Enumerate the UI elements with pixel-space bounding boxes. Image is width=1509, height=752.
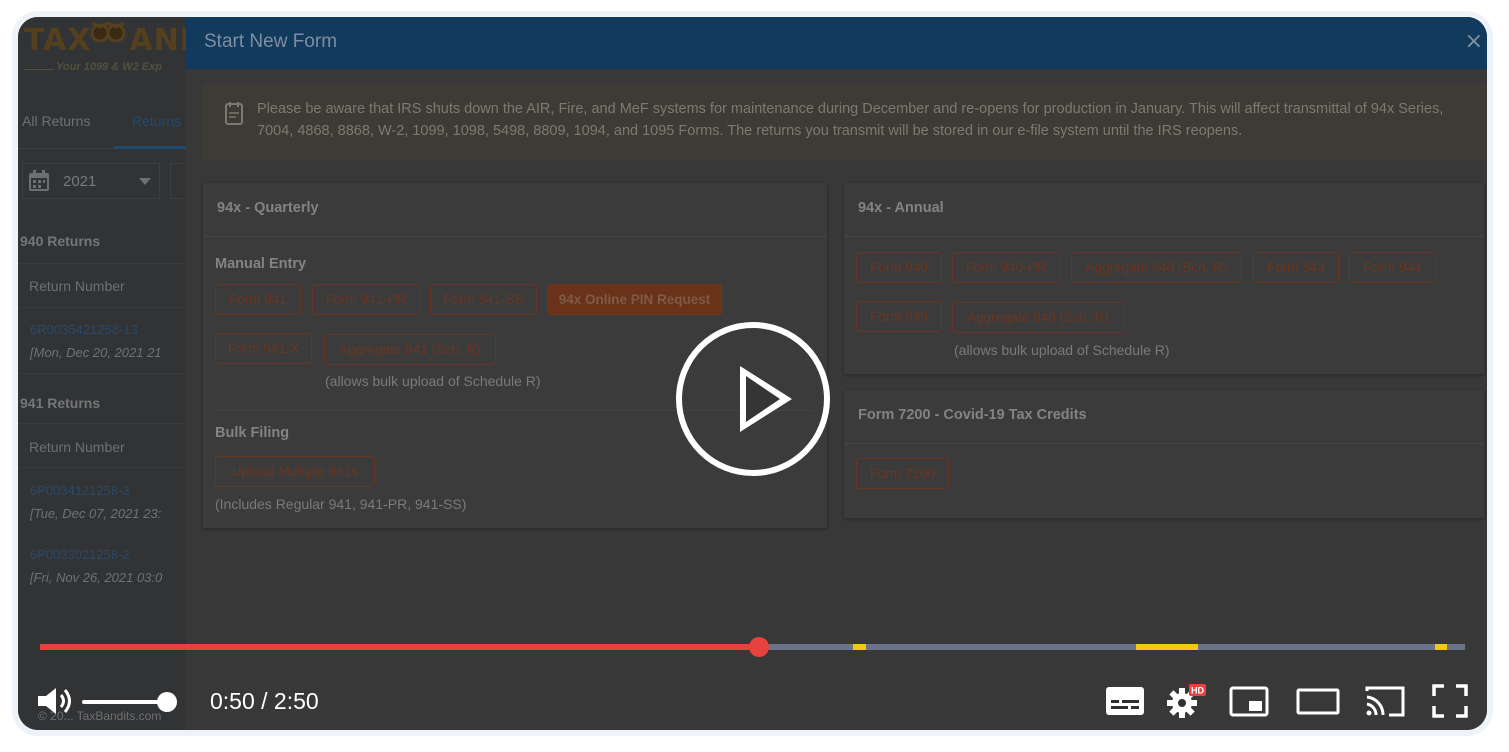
play-icon <box>740 366 792 432</box>
miniplayer-icon[interactable] <box>1227 681 1271 721</box>
volume-icon[interactable] <box>36 685 76 717</box>
form-940-button[interactable]: Form 940 <box>856 252 942 283</box>
active-tab-indicator <box>114 146 186 149</box>
section-title-940: 940 Returns <box>20 233 101 249</box>
return-date: [Mon, Dec 20, 2021 21 <box>30 345 162 360</box>
column-header-return-number: Return Number <box>29 278 125 294</box>
tab-returns[interactable]: Returns <box>132 113 181 129</box>
video-player[interactable]: TAX ANI Your 1099 & W2 Exp All Returns Re… <box>18 17 1487 730</box>
section-divider <box>18 467 186 468</box>
settings-icon[interactable]: HD <box>1164 681 1208 721</box>
section-divider <box>18 263 186 264</box>
form-941-pr-button[interactable]: Form 941-PR <box>312 284 420 315</box>
bulk-filing-note: (Includes Regular 941, 941-PR, 941-SS) <box>215 496 467 512</box>
column-header-return-number: Return Number <box>29 439 125 455</box>
panel-divider <box>844 236 1484 237</box>
chevron-down-icon <box>139 178 151 185</box>
bulk-filing-label: Bulk Filing <box>215 425 290 441</box>
theater-mode-icon[interactable] <box>1296 681 1340 721</box>
form-941-x-button[interactable]: Form 941-X <box>215 333 312 364</box>
form-940-pr-button[interactable]: Form 940-PR <box>952 252 1060 283</box>
fullscreen-icon[interactable] <box>1428 681 1472 721</box>
covid-panel: Form 7200 - Covid-19 Tax Credits Form 72… <box>844 390 1484 518</box>
calendar-notice-icon <box>225 102 243 125</box>
chapter-marker <box>1435 644 1447 650</box>
section-title-941: 941 Returns <box>20 395 101 411</box>
modal-header: Start New Form × <box>186 17 1487 69</box>
scrubber-handle[interactable] <box>749 637 769 657</box>
form-941-button[interactable]: Form 941 <box>215 284 301 315</box>
year-select[interactable]: 2021 <box>22 163 160 199</box>
aggregate-940-note: (allows bulk upload of Schedule R) <box>954 342 1170 358</box>
section-divider <box>18 307 186 308</box>
form-943-button[interactable]: Form 943 <box>1253 252 1339 283</box>
online-pin-request-button[interactable]: 94x Online PIN Request <box>547 284 722 315</box>
tagline-divider <box>24 69 54 70</box>
play-button[interactable] <box>676 322 830 476</box>
chapter-marker <box>853 644 866 650</box>
return-date: [Tue, Dec 07, 2021 23: <box>30 506 162 521</box>
year-value: 2021 <box>63 173 97 190</box>
volume-handle[interactable] <box>157 692 177 712</box>
cast-icon[interactable] <box>1363 681 1407 721</box>
app-sidebar: TAX ANI Your 1099 & W2 Exp All Returns Re… <box>18 17 191 730</box>
manual-entry-label: Manual Entry <box>215 256 307 272</box>
close-icon[interactable]: × <box>1465 29 1483 54</box>
aggregate-941-note: (allows bulk upload of Schedule R) <box>325 373 541 389</box>
start-new-form-modal: Start New Form × Please be aware that IR… <box>186 17 1487 730</box>
aggregate-940-button[interactable]: Aggregate 940 (Sch. R) <box>1071 252 1242 283</box>
tab-all-returns[interactable]: All Returns <box>22 113 90 129</box>
panel-divider <box>203 236 827 237</box>
annual-panel: 94x - Annual Form 940 Form 940-PR Aggreg… <box>844 183 1484 374</box>
subtitles-icon[interactable] <box>1103 681 1147 721</box>
annual-title: 94x - Annual <box>858 200 944 216</box>
return-link[interactable]: 6R0035421258-13 <box>30 322 138 337</box>
calendar-icon <box>29 170 49 191</box>
quarterly-title: 94x - Quarterly <box>217 200 319 216</box>
hd-badge: HD <box>1191 686 1204 696</box>
aggregate-940-schr-button[interactable]: Aggregate 940 (Sch. R) <box>952 302 1124 333</box>
form-941-ss-button[interactable]: Form 941-SS <box>430 284 537 315</box>
covid-title: Form 7200 - Covid-19 Tax Credits <box>858 407 1087 423</box>
return-date: [Fri, Nov 26, 2021 03:0 <box>30 570 163 585</box>
time-display: 0:50 / 2:50 <box>210 688 319 714</box>
chapter-marker <box>1136 644 1198 650</box>
return-link[interactable]: 6P0033021258-2 <box>30 547 130 562</box>
modal-title: Start New Form <box>204 31 338 52</box>
owl-logo-icon <box>90 21 126 43</box>
notice-text: Please be aware that IRS shuts down the … <box>257 101 1444 139</box>
section-divider <box>18 373 186 374</box>
form-945-button[interactable]: Form 945 <box>856 301 942 332</box>
panel-divider <box>844 443 1484 444</box>
tagline: Your 1099 & W2 Exp <box>56 61 162 73</box>
upload-multiple-941s-button[interactable]: Upload Multiple 941s <box>215 456 375 487</box>
form-944-button[interactable]: Form 944 <box>1349 252 1436 283</box>
form-7200-button[interactable]: Form 7200 <box>856 458 949 489</box>
volume-slider[interactable] <box>82 700 167 704</box>
section-divider <box>18 423 186 424</box>
progress-played <box>40 644 759 650</box>
return-link[interactable]: 6P0034121258-3 <box>30 483 130 498</box>
aggregate-941-button[interactable]: Aggregate 941 (Sch. R) <box>324 334 496 365</box>
returns-tabs: All Returns Returns <box>18 109 186 149</box>
irs-maintenance-notice: Please be aware that IRS shuts down the … <box>203 83 1485 161</box>
